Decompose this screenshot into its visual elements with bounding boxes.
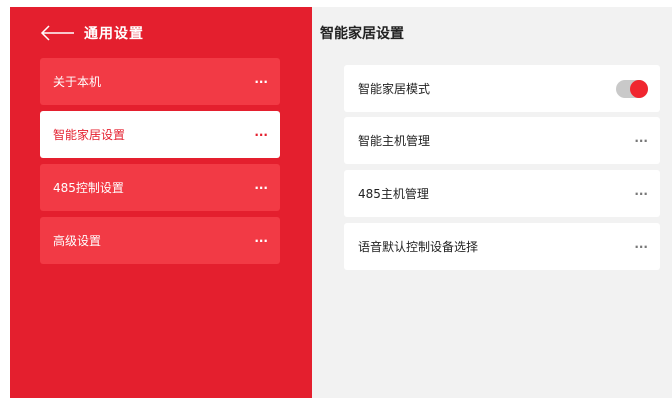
arrow-left-icon[interactable] (40, 23, 76, 43)
sidebar-item-label: 485控制设置 (53, 181, 124, 195)
more-dots-icon: ··· (254, 180, 268, 195)
more-dots-icon: ··· (634, 186, 648, 201)
sidebar-item-label: 智能家居设置 (53, 128, 126, 142)
settings-app: 通用设置 关于本机 ··· 智能家居设置 ··· 485控制设置 ··· 高级设… (10, 7, 672, 398)
sidebar-item-advanced[interactable]: 高级设置 ··· (40, 217, 280, 264)
row-label: 语音默认控制设备选择 (358, 240, 479, 254)
more-dots-icon: ··· (254, 233, 268, 248)
sidebar-item-smart-home[interactable]: 智能家居设置 ··· (40, 111, 280, 158)
row-label: 485主机管理 (358, 187, 429, 201)
sidebar: 通用设置 关于本机 ··· 智能家居设置 ··· 485控制设置 ··· 高级设… (10, 7, 312, 398)
more-dots-icon: ··· (634, 239, 648, 254)
smart-home-mode-toggle[interactable] (616, 79, 648, 98)
page-title: 智能家居设置 (320, 26, 404, 42)
smart-host-management-row[interactable]: 智能主机管理 ··· (344, 117, 660, 164)
sidebar-title: 通用设置 (84, 26, 144, 42)
sidebar-item-about[interactable]: 关于本机 ··· (40, 58, 280, 105)
sidebar-item-label: 关于本机 (53, 75, 102, 89)
sidebar-header: 通用设置 (40, 21, 144, 45)
row-label: 智能家居模式 (358, 82, 431, 96)
sidebar-item-485-control[interactable]: 485控制设置 ··· (40, 164, 280, 211)
smart-home-mode-row: 智能家居模式 (344, 65, 660, 112)
main-panel: 智能家居设置 智能家居模式 智能主机管理 ··· 485主机管理 ··· 语音默… (312, 7, 672, 398)
toggle-knob (630, 79, 648, 98)
more-dots-icon: ··· (254, 74, 268, 89)
485-host-management-row[interactable]: 485主机管理 ··· (344, 170, 660, 217)
sidebar-item-label: 高级设置 (53, 234, 102, 248)
more-dots-icon: ··· (254, 127, 268, 142)
more-dots-icon: ··· (634, 133, 648, 148)
row-label: 智能主机管理 (358, 134, 431, 148)
voice-default-device-row[interactable]: 语音默认控制设备选择 ··· (344, 223, 660, 270)
